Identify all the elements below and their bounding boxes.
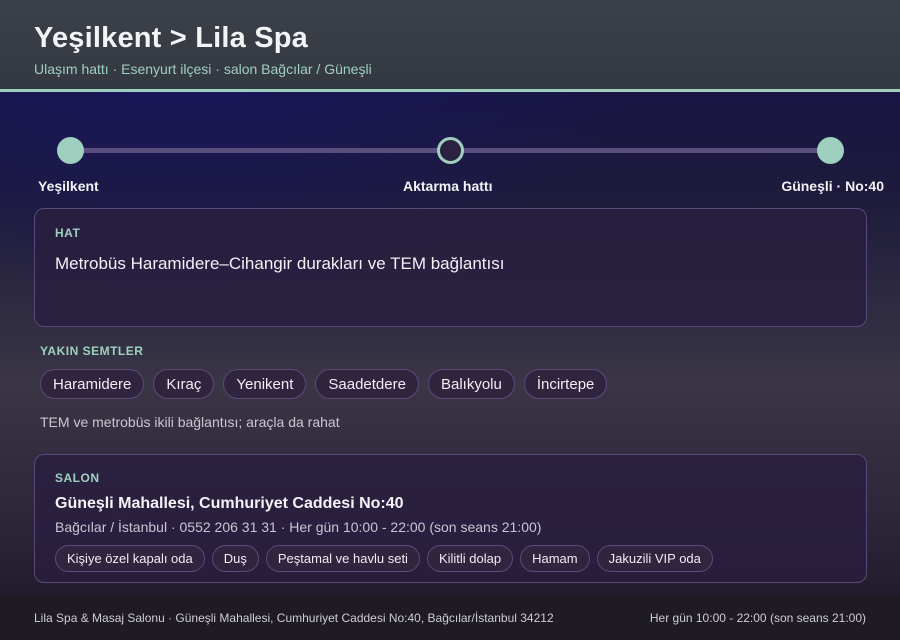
amenity-pill: Kişiye özel kapalı oda <box>55 545 205 572</box>
route-stop-label-end: Güneşli · No:40 <box>781 178 884 194</box>
district-chip[interactable]: Haramidere <box>40 369 145 399</box>
footer-address: Lila Spa & Masaj Salonu · Güneşli Mahall… <box>34 611 554 625</box>
hat-label: HAT <box>55 226 81 240</box>
salon-address: Güneşli Mahallesi, Cumhuriyet Caddesi No… <box>55 495 404 512</box>
route-stop-end[interactable] <box>817 137 844 164</box>
district-chip[interactable]: Saadetdere <box>315 369 419 399</box>
route-stop-transfer[interactable] <box>437 137 464 164</box>
nearby-districts-label: YAKIN SEMTLER <box>40 344 144 358</box>
nearby-districts: YAKIN SEMTLER Haramidere Kıraç Yenikent … <box>40 344 860 430</box>
district-chip[interactable]: İncirtepe <box>523 369 608 399</box>
amenity-pill: Hamam <box>520 545 590 572</box>
amenity-pill: Peştamal ve havlu seti <box>265 545 420 572</box>
route-stop-start[interactable] <box>57 137 84 164</box>
page-subtitle: Ulaşım hattı · Esenyurt ilçesi · salon B… <box>34 61 372 77</box>
amenity-pill: Jakuzili VIP oda <box>596 545 713 572</box>
district-chip[interactable]: Yenikent <box>223 369 307 399</box>
footer-hours: Her gün 10:00 - 22:00 (son seans 21:00) <box>649 611 866 625</box>
route-stop-label-start: Yeşilkent <box>38 178 99 194</box>
page-title: Yeşilkent > Lila Spa <box>34 22 308 54</box>
district-chip[interactable]: Kıraç <box>153 369 215 399</box>
amenity-pill: Kilitli dolap <box>426 545 514 572</box>
hat-card: HAT Metrobüs Haramidere–Cihangir durakla… <box>34 208 867 327</box>
amenity-pill: Duş <box>211 545 259 572</box>
route-stop-label-transfer: Aktarma hattı <box>403 178 493 194</box>
amenity-list: Kişiye özel kapalı oda Duş Peştamal ve h… <box>55 545 846 572</box>
page-header: Yeşilkent > Lila Spa Ulaşım hattı · Esen… <box>0 0 900 92</box>
district-chip-list: Haramidere Kıraç Yenikent Saadetdere Bal… <box>40 369 860 399</box>
district-chip[interactable]: Balıkyolu <box>427 369 515 399</box>
salon-meta: Bağcılar / İstanbul · 0552 206 31 31 · H… <box>55 519 542 535</box>
nearby-districts-note: TEM ve metrobüs ikili bağlantısı; araçla… <box>40 414 340 430</box>
hat-text: Metrobüs Haramidere–Cihangir durakları v… <box>55 254 505 273</box>
page-footer: Lila Spa & Masaj Salonu · Güneşli Mahall… <box>0 596 900 640</box>
salon-label: SALON <box>55 471 100 485</box>
salon-card: SALON Güneşli Mahallesi, Cumhuriyet Cadd… <box>34 454 867 583</box>
route-timeline: Yeşilkent Aktarma hattı Güneşli · No:40 <box>0 92 900 202</box>
